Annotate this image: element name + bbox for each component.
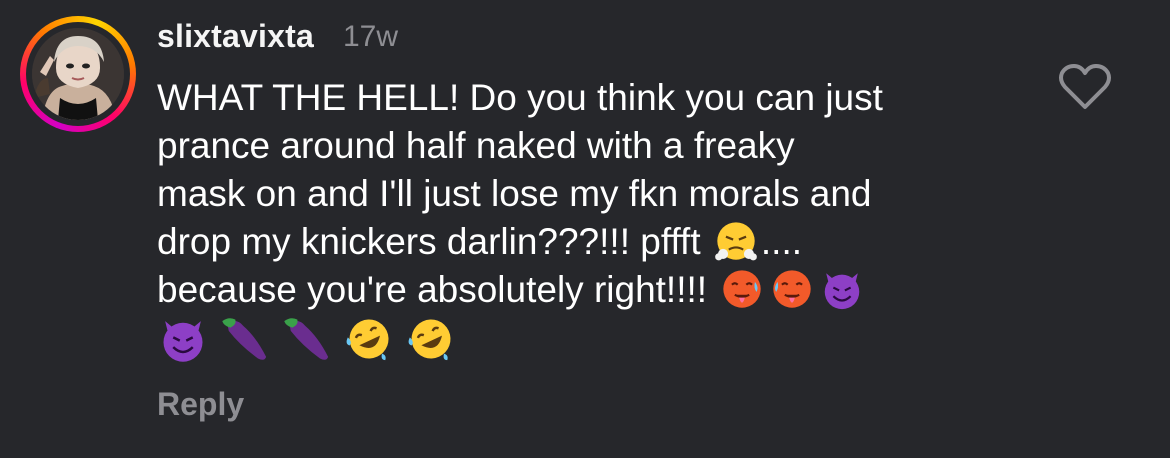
comment-line-4: drop my knickers darlin???!!! pffft .... [157, 218, 1017, 266]
comment-line: mask on and I'll just lose my fkn morals… [157, 173, 872, 214]
reply-button[interactable]: Reply [157, 386, 244, 423]
rolling-on-the-floor-laughing-emoji [408, 319, 451, 361]
username[interactable]: slixtavixta [157, 18, 314, 55]
smiling-face-with-horns-emoji [825, 273, 860, 310]
story-ring[interactable] [20, 16, 136, 132]
eggplant-emoji [284, 318, 329, 360]
face-with-steam-from-nose-emoji [715, 222, 757, 261]
like-button[interactable] [1058, 62, 1112, 112]
comment: slixtavixta 17w WHAT THE HELL! Do you th… [0, 0, 1170, 458]
timestamp: 17w [343, 20, 399, 53]
comment-line: prance around half naked with a freaky [157, 125, 795, 166]
avatar[interactable] [32, 28, 124, 120]
comment-line: WHAT THE HELL! Do you think you can just [157, 77, 883, 118]
smiling-face-with-horns-emoji [163, 321, 203, 362]
eggplant-emoji [222, 318, 267, 360]
heart-outline-icon [1059, 64, 1111, 109]
comment-text: WHAT THE HELL! Do you think you can just… [157, 74, 1017, 314]
user-avatar-photo [32, 28, 124, 120]
hot-face-emoji [723, 270, 762, 308]
emoji-line [157, 313, 457, 365]
rolling-on-the-floor-laughing-emoji [346, 319, 389, 361]
hot-face-emoji [773, 270, 812, 308]
comment-line-5: because you're absolutely right!!!! [157, 266, 1017, 314]
